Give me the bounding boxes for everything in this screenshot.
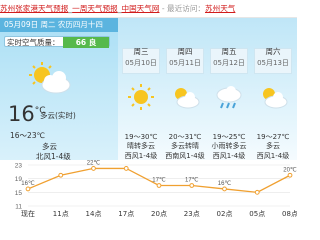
temperature-point [156,183,162,188]
x-tick-label: 05点 [249,210,265,218]
forecast-day-3[interactable]: 周五 05月12日 19～25℃ 小雨转多云 西风1-4级 [206,18,250,160]
partly-cloudy-icon [29,62,71,94]
temperature-data-label: 20℃ [283,167,297,173]
x-tick-label: 17点 [118,210,134,218]
temperature-point [222,186,227,192]
today-date: 05月09日 周二 农历四月十四 [0,18,118,32]
forecast-date: 05月11日 [169,59,201,67]
recent-visit-label: - 最近访问： [159,4,206,13]
forecast-weekday: 周五 [221,47,237,56]
temperature-data-label: 17℃ [185,178,199,184]
x-tick-label: 02点 [217,210,233,218]
temperature-data-label: 16℃ [21,181,35,187]
weather-panel: 05月09日 周二 农历四月十四 实时空气质量： 66 良 16°C 多云(实时… [0,18,297,161]
forecast-date: 05月13日 [257,59,289,67]
air-quality-value: 66 良 [63,37,109,48]
temperature-point [189,183,195,188]
partly-cloudy-icon [263,88,288,109]
air-quality-label: 实时空气质量： [7,38,60,47]
breadcrumb-link-city-forecast[interactable]: 苏州张家港天气预报 [0,4,68,13]
forecast-day-1[interactable]: 周三 05月10日 19～30℃ 晴转多云 西风1-4级 [118,18,162,160]
x-tick-label: 11点 [53,210,69,218]
breadcrumb-link-week-forecast[interactable]: 一周天气预报 [72,4,118,13]
forecast-condition: 小雨转多云 [211,142,247,150]
y-tick-label: 15 [15,190,23,197]
forecast-condition: 晴转多云 [127,142,155,150]
temperature-point [58,172,64,178]
temperature-data-label: 16℃ [218,181,232,187]
today-temperature-range: 16～23℃ [10,131,46,140]
temperature-data-label: 22℃ [87,160,101,166]
temperature-point [287,172,293,178]
air-quality-box[interactable]: 实时空气质量： 66 良 [4,36,110,48]
forecast-date: 05月10日 [125,59,157,67]
x-tick-label: 14点 [86,210,102,218]
temperature-point [25,186,31,192]
sunny-icon [128,84,154,110]
partly-cloudy-icon [175,88,200,109]
temperature-point [91,166,96,171]
forecast-day-2[interactable]: 周四 05月11日 20～31℃ 多云转晴 西南风1-4级 [162,18,206,160]
hourly-temperature-chart: 2319151116℃现在 11点22℃14点 17点17℃20点17℃23点16℃… [0,160,297,219]
current-condition: 多云(实时) [40,111,76,120]
temperature-point [254,189,260,195]
x-tick-label: 20点 [151,210,167,218]
breadcrumb-bar: 苏州张家港天气预报_一周天气预报_中国天气网 - 最近访问：苏州天气 [0,0,297,18]
today-column: 05月09日 周二 农历四月十四 实时空气质量： 66 良 16°C 多云(实时… [0,18,118,161]
forecast-day-4[interactable]: 周六 05月13日 19～27℃ 多云 西风1-4级 [250,18,294,160]
forecast-condition: 多云转晴 [171,142,199,150]
y-tick-label: 23 [15,163,23,170]
forecast-weekday: 周六 [265,47,281,56]
temperature-data-label: 17℃ [152,178,166,184]
x-tick-label: 08点 [282,210,297,218]
light-rain-icon [216,86,242,109]
recent-visit-link[interactable]: 苏州天气 [205,4,235,13]
x-tick-label: 23点 [184,210,200,218]
forecast-weekday: 周三 [133,47,149,56]
x-tick-label: 现在 [21,209,35,218]
forecast-condition: 多云 [266,142,280,150]
forecast-weekday: 周四 [177,47,193,56]
temperature-point [123,166,129,171]
breadcrumb-link-site[interactable]: 中国天气网 [122,4,160,13]
forecast-date: 05月12日 [213,59,245,67]
